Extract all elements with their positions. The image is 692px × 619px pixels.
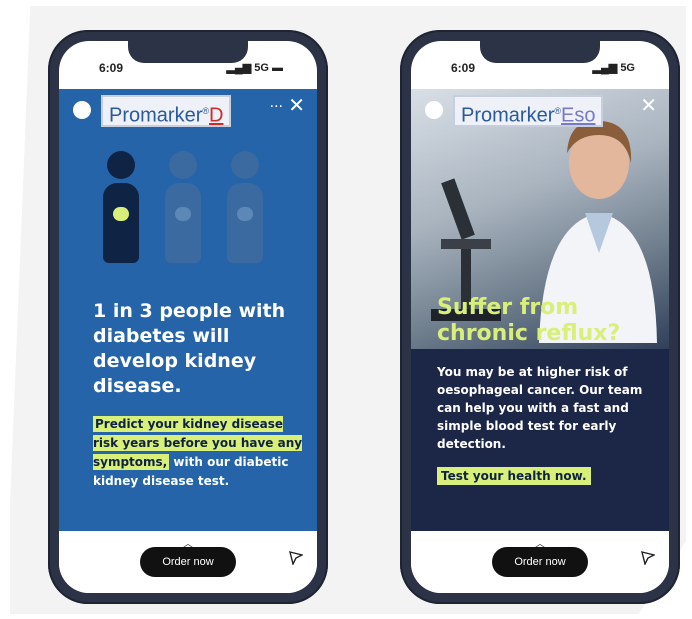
- kidney-icon: [175, 207, 191, 221]
- kidney-icon: [237, 207, 253, 221]
- brand-logo: Promarker®Eso: [453, 95, 604, 127]
- notch: [128, 41, 248, 63]
- highlight-text: Test your health now.: [437, 467, 591, 485]
- person-icon: [103, 151, 139, 263]
- story-content[interactable]: Promarker®Eso ✕ Suffer from chronic refl…: [411, 89, 669, 539]
- person-icon: [227, 151, 263, 263]
- headline: Suffer from chronic reflux?: [437, 295, 621, 346]
- status-time: 6:09: [99, 61, 124, 75]
- send-icon[interactable]: [641, 551, 655, 565]
- story-header: Promarker®Eso ✕: [417, 93, 663, 127]
- bottom-bar: ︿ Order now: [411, 531, 669, 593]
- kidney-icon: [113, 207, 129, 221]
- person-icon: [165, 151, 201, 263]
- story-header: Promarker®D ··· ✕: [65, 93, 311, 127]
- status-bar: 6:09 ▂▄▆ 5G: [411, 61, 669, 81]
- phone-right: 6:09 ▂▄▆ 5G Promarker®Eso ✕ Suffer from …: [400, 30, 680, 604]
- notch: [480, 41, 600, 63]
- status-bar: 6:09 ▂▄▆ 5G ▬: [59, 61, 317, 81]
- brand-logo: Promarker®D: [101, 95, 232, 127]
- body-text: You may be at higher risk of oesophageal…: [437, 365, 643, 451]
- kebab-menu-icon[interactable]: ···: [270, 99, 283, 115]
- status-time: 6:09: [451, 61, 476, 75]
- screenshot-frame: 6:09 ▂▄▆ 5G ▬ Promarker®D ··· ✕ 1 in 3 p…: [10, 6, 686, 614]
- order-now-button[interactable]: Order now: [492, 547, 588, 577]
- headline: 1 in 3 people with diabetes will develop…: [93, 300, 286, 397]
- close-icon[interactable]: ✕: [640, 93, 657, 117]
- avatar[interactable]: [425, 101, 443, 119]
- subtext: Predict your kidney disease risk years b…: [93, 416, 303, 488]
- phone-right-screen: 6:09 ▂▄▆ 5G Promarker®Eso ✕ Suffer from …: [411, 41, 669, 593]
- status-signal: ▂▄▆ 5G: [592, 62, 635, 74]
- phone-left: 6:09 ▂▄▆ 5G ▬ Promarker®D ··· ✕ 1 in 3 p…: [48, 30, 328, 604]
- bottom-bar: ︿ Order now: [59, 531, 317, 593]
- status-signal: ▂▄▆ 5G ▬: [226, 62, 283, 74]
- send-icon[interactable]: [289, 551, 303, 565]
- close-icon[interactable]: ✕: [288, 93, 305, 117]
- story-content[interactable]: Promarker®D ··· ✕ 1 in 3 people with dia…: [59, 89, 317, 539]
- phone-left-screen: 6:09 ▂▄▆ 5G ▬ Promarker®D ··· ✕ 1 in 3 p…: [59, 41, 317, 593]
- people-illustration: [103, 151, 273, 271]
- avatar[interactable]: [73, 101, 91, 119]
- order-now-button[interactable]: Order now: [140, 547, 236, 577]
